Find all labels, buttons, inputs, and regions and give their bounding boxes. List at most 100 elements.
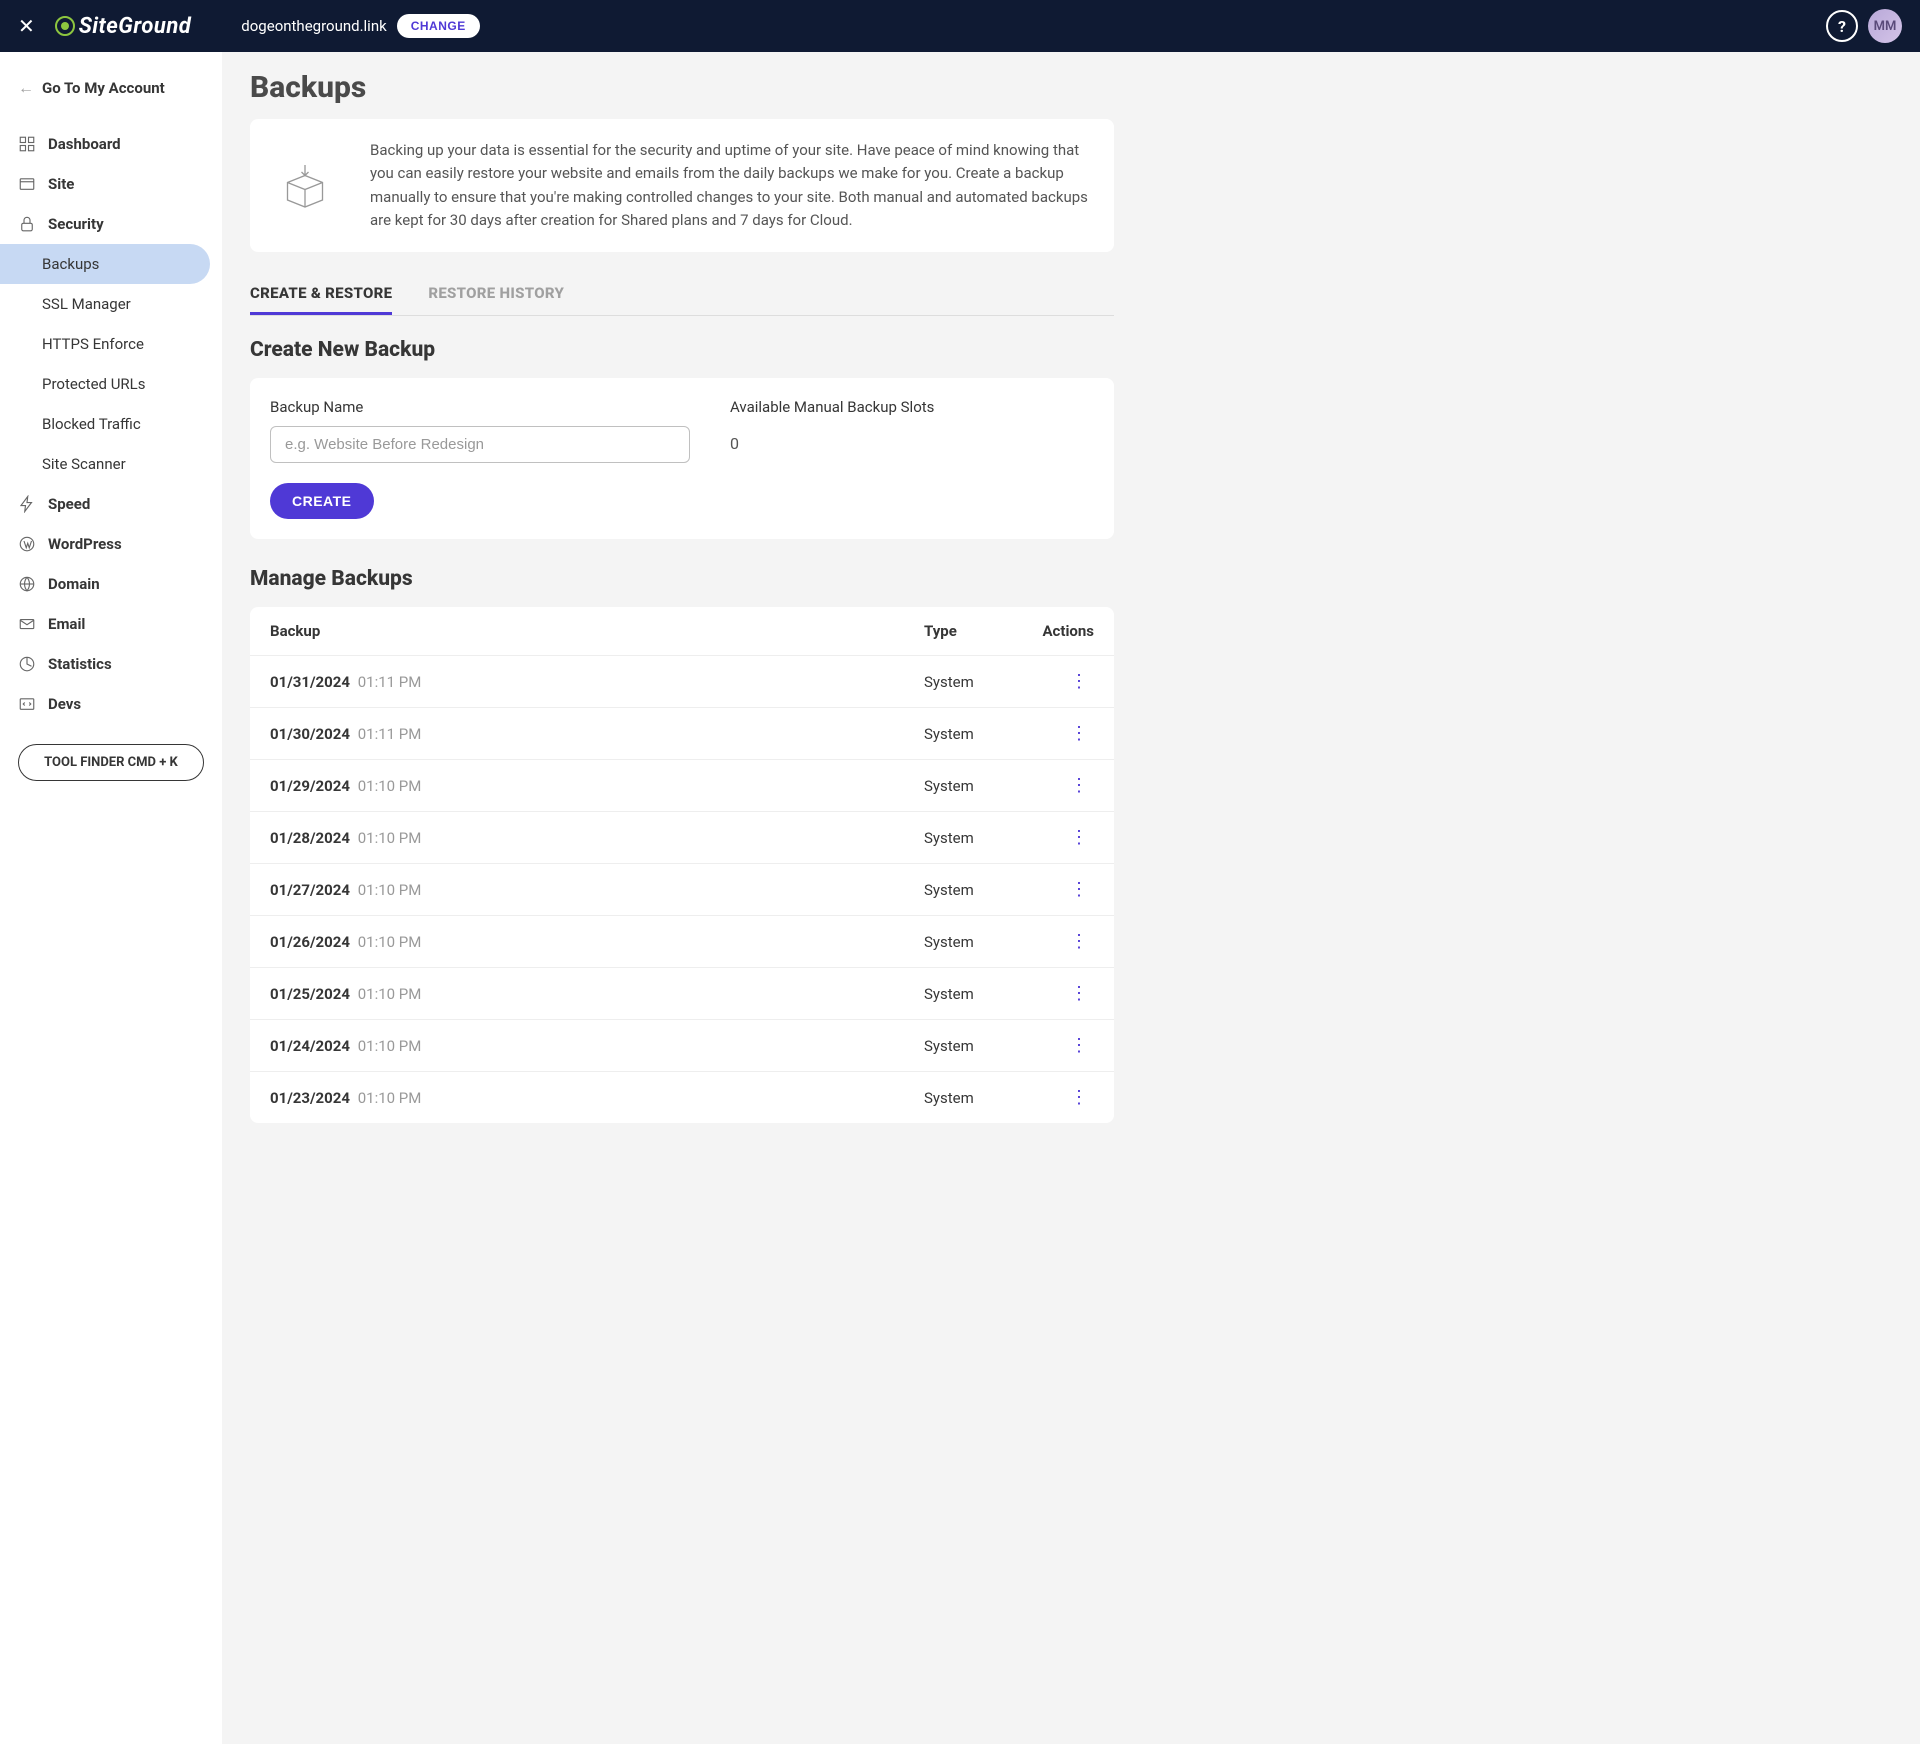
backup-time: 01:10 PM <box>354 829 421 847</box>
sidebar-item-domain[interactable]: Domain <box>0 564 222 604</box>
backup-name-input[interactable] <box>270 426 690 463</box>
backup-time: 01:10 PM <box>354 777 421 795</box>
backup-type: System <box>924 985 1024 1003</box>
lock-icon <box>18 215 36 233</box>
table-header: Backup Type Actions <box>250 607 1114 656</box>
create-card: Backup Name Available Manual Backup Slot… <box>250 378 1114 539</box>
info-text: Backing up your data is essential for th… <box>370 139 1094 232</box>
back-label: Go To My Account <box>42 79 165 97</box>
page-title: Backups <box>250 70 1114 105</box>
backup-type: System <box>924 777 1024 795</box>
avatar[interactable]: MM <box>1868 9 1902 43</box>
logo[interactable]: SiteGround <box>55 14 192 39</box>
backup-date: 01/24/2024 <box>270 1037 350 1055</box>
backup-type: System <box>924 1089 1024 1107</box>
backups-table: Backup Type Actions 01/31/2024 01:11 PMS… <box>250 607 1114 1123</box>
table-row: 01/30/2024 01:11 PM System⋮ <box>250 708 1114 760</box>
sidebar-subitem-https[interactable]: HTTPS Enforce <box>0 324 222 364</box>
app-header: ✕ SiteGround dogeontheground.link CHANGE… <box>0 0 1920 52</box>
table-row: 01/26/2024 01:10 PM System⋮ <box>250 916 1114 968</box>
site-icon <box>18 175 36 193</box>
table-row: 01/28/2024 01:10 PM System⋮ <box>250 812 1114 864</box>
sidebar-item-site[interactable]: Site <box>0 164 222 204</box>
globe-icon <box>18 575 36 593</box>
domain-name: dogeontheground.link <box>241 17 386 35</box>
row-actions-button[interactable]: ⋮ <box>1024 827 1094 848</box>
backup-date: 01/29/2024 <box>270 777 350 795</box>
sidebar-item-email[interactable]: Email <box>0 604 222 644</box>
backup-type: System <box>924 829 1024 847</box>
row-actions-button[interactable]: ⋮ <box>1024 983 1094 1004</box>
sidebar-item-devs[interactable]: Devs <box>0 684 222 724</box>
backup-time: 01:10 PM <box>354 1037 421 1055</box>
backup-name-label: Backup Name <box>270 398 690 416</box>
sidebar-subitem-blocked[interactable]: Blocked Traffic <box>0 404 222 444</box>
tab-restore-history[interactable]: RESTORE HISTORY <box>428 274 564 315</box>
change-button[interactable]: CHANGE <box>397 14 480 38</box>
sidebar-item-speed[interactable]: Speed <box>0 484 222 524</box>
table-row: 01/25/2024 01:10 PM System⋮ <box>250 968 1114 1020</box>
help-icon[interactable]: ? <box>1826 10 1858 42</box>
speed-icon <box>18 495 36 513</box>
backup-time: 01:10 PM <box>354 881 421 899</box>
sidebar-item-dashboard[interactable]: Dashboard <box>0 124 222 164</box>
sidebar-subitem-protected[interactable]: Protected URLs <box>0 364 222 404</box>
backup-date: 01/26/2024 <box>270 933 350 951</box>
sidebar-subitem-scanner[interactable]: Site Scanner <box>0 444 222 484</box>
email-icon <box>18 615 36 633</box>
row-actions-button[interactable]: ⋮ <box>1024 931 1094 952</box>
backup-type: System <box>924 933 1024 951</box>
col-backup: Backup <box>270 622 924 640</box>
backup-time: 01:11 PM <box>354 725 421 743</box>
sidebar-subitem-backups[interactable]: Backups <box>0 244 210 284</box>
backup-type: System <box>924 725 1024 743</box>
slots-value: 0 <box>730 426 934 453</box>
tab-create-restore[interactable]: CREATE & RESTORE <box>250 274 392 315</box>
backup-date: 01/27/2024 <box>270 881 350 899</box>
row-actions-button[interactable]: ⋮ <box>1024 1087 1094 1108</box>
backup-date: 01/25/2024 <box>270 985 350 1003</box>
sidebar-subitem-ssl[interactable]: SSL Manager <box>0 284 222 324</box>
create-button[interactable]: CREATE <box>270 483 374 519</box>
close-icon[interactable]: ✕ <box>18 14 35 38</box>
row-actions-button[interactable]: ⋮ <box>1024 1035 1094 1056</box>
tool-finder-button[interactable]: TOOL FINDER CMD + K <box>18 744 204 781</box>
table-row: 01/27/2024 01:10 PM System⋮ <box>250 864 1114 916</box>
slots-label: Available Manual Backup Slots <box>730 398 934 416</box>
sidebar: ← Go To My Account Dashboard Site Securi… <box>0 52 222 1744</box>
sidebar-item-wordpress[interactable]: WordPress <box>0 524 222 564</box>
code-icon <box>18 695 36 713</box>
backup-date: 01/28/2024 <box>270 829 350 847</box>
arrow-left-icon: ← <box>18 78 34 98</box>
backup-time: 01:10 PM <box>354 1089 421 1107</box>
backup-type: System <box>924 881 1024 899</box>
sidebar-item-label: WordPress <box>48 535 122 553</box>
tabs: CREATE & RESTORE RESTORE HISTORY <box>250 274 1114 316</box>
sidebar-item-label: Email <box>48 615 85 633</box>
sidebar-item-label: Security <box>48 215 104 233</box>
row-actions-button[interactable]: ⋮ <box>1024 775 1094 796</box>
info-card: Backing up your data is essential for th… <box>250 119 1114 252</box>
wordpress-icon <box>18 535 36 553</box>
back-to-account[interactable]: ← Go To My Account <box>0 70 222 106</box>
row-actions-button[interactable]: ⋮ <box>1024 671 1094 692</box>
manage-section-title: Manage Backups <box>250 567 1114 591</box>
table-row: 01/29/2024 01:10 PM System⋮ <box>250 760 1114 812</box>
create-section-title: Create New Backup <box>250 338 1114 362</box>
backup-date: 01/31/2024 <box>270 673 350 691</box>
sidebar-item-security[interactable]: Security <box>0 204 222 244</box>
backup-date: 01/30/2024 <box>270 725 350 743</box>
sidebar-item-label: Speed <box>48 495 90 513</box>
stats-icon <box>18 655 36 673</box>
backup-type: System <box>924 1037 1024 1055</box>
backup-time: 01:10 PM <box>354 985 421 1003</box>
row-actions-button[interactable]: ⋮ <box>1024 723 1094 744</box>
backup-date: 01/23/2024 <box>270 1089 350 1107</box>
sidebar-item-label: Dashboard <box>48 135 121 153</box>
col-type: Type <box>924 622 1024 640</box>
sidebar-item-statistics[interactable]: Statistics <box>0 644 222 684</box>
col-actions: Actions <box>1024 622 1094 640</box>
row-actions-button[interactable]: ⋮ <box>1024 879 1094 900</box>
table-row: 01/31/2024 01:11 PMSystem⋮ <box>250 656 1114 708</box>
backup-time: 01:10 PM <box>354 933 421 951</box>
